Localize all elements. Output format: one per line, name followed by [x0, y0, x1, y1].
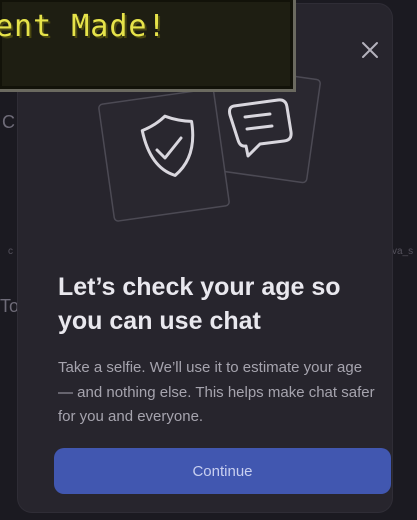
age-check-illustration	[98, 70, 321, 222]
achievement-toast: ent Made!	[0, 0, 296, 92]
toast-text: ent Made!	[0, 9, 167, 44]
background-text: va_s	[392, 246, 414, 257]
continue-button[interactable]: Continue	[54, 448, 391, 494]
modal-description: Take a selfie. We’ll use it to estimate …	[58, 359, 375, 425]
background-text: C	[2, 112, 15, 132]
background-text: To	[0, 296, 20, 316]
close-button[interactable]	[354, 34, 386, 66]
background-text: c	[8, 246, 13, 257]
modal-title: Let’s check your age so you can use chat	[58, 273, 341, 335]
close-icon	[362, 42, 378, 58]
